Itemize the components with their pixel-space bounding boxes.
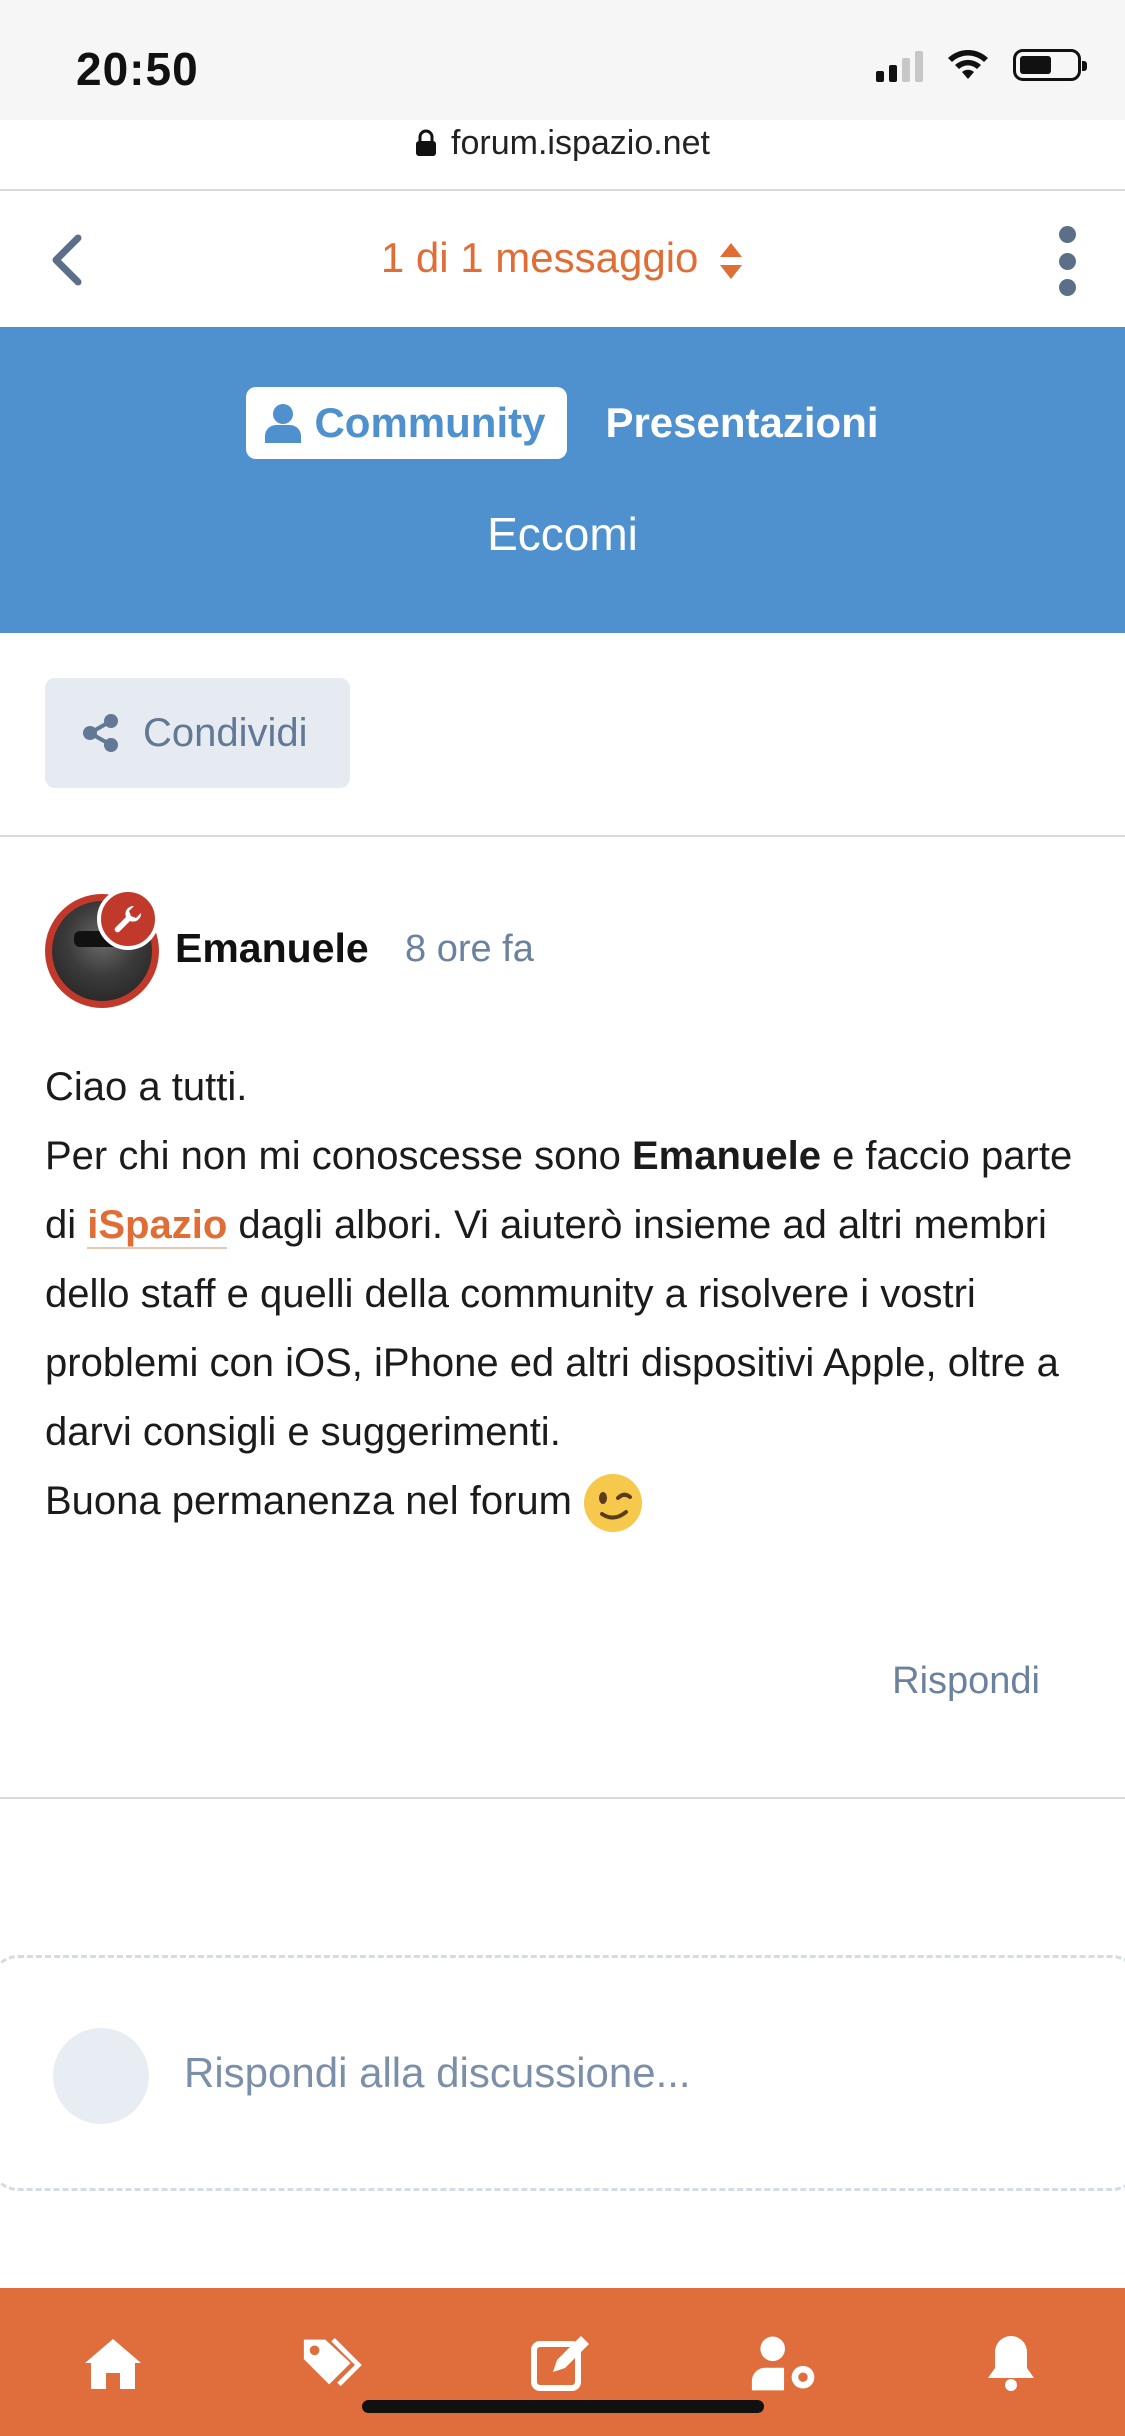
share-button[interactable]: Condividi [45, 678, 350, 788]
url-text: forum.ispazio.net [451, 123, 710, 162]
post-paragraph: Per chi non mi conoscesse sono Emanuele … [45, 1134, 1073, 1454]
status-bar: 20:50 forum.ispazio.net [0, 0, 1125, 162]
reply-link[interactable]: Rispondi [892, 1660, 1040, 1703]
sort-icon [720, 242, 743, 279]
breadcrumb-presentazioni[interactable]: Presentazioni [605, 399, 878, 447]
bold-name: Emanuele [631, 1134, 821, 1178]
reply-editor[interactable]: Rispondi alla discussione... [0, 1955, 1125, 2191]
post-body: Ciao a tutti. Per chi non mi conoscesse … [45, 1053, 1085, 1536]
home-indicator [362, 2400, 764, 2413]
page-title: Eccomi [487, 508, 638, 560]
user-icon [265, 404, 302, 443]
more-options-icon[interactable] [1055, 226, 1079, 296]
divider [0, 189, 1125, 191]
bell-icon[interactable] [976, 2328, 1046, 2398]
lock-icon [416, 129, 437, 156]
status-icons [876, 48, 1087, 82]
post-author[interactable]: Emanuele [175, 925, 369, 972]
battery-icon [1013, 49, 1087, 81]
message-pager-label: 1 di 1 messaggio [380, 234, 699, 281]
status-time: 20:50 [76, 43, 199, 95]
avatar [53, 2028, 149, 2124]
bottom-tab-bar [0, 2288, 1125, 2436]
thread-nav: 1 di 1 messaggio [0, 192, 1125, 327]
wifi-icon [948, 50, 988, 79]
thread-header: Community Presentazioni Eccomi [0, 327, 1125, 633]
reply-placeholder: Rispondi alla discussione... [184, 2049, 691, 2096]
wrench-icon [97, 888, 159, 950]
home-icon[interactable] [78, 2328, 148, 2398]
url-bar[interactable]: forum.ispazio.net [0, 118, 1125, 168]
message-pager[interactable]: 1 di 1 messaggio [0, 234, 1125, 282]
share-icon [83, 714, 118, 752]
breadcrumb-community[interactable]: Community [246, 387, 568, 459]
signal-icon [876, 48, 923, 82]
divider [0, 835, 1125, 837]
breadcrumb-community-label: Community [314, 399, 546, 446]
post-time[interactable]: 8 ore fa [405, 928, 534, 971]
user-settings-icon[interactable] [750, 2328, 820, 2398]
divider [0, 1797, 1125, 1799]
tags-icon[interactable] [300, 2328, 370, 2398]
ispazio-link[interactable]: iSpazio [87, 1203, 228, 1249]
post-line: Buona permanenza nel forum [45, 1467, 1085, 1536]
share-label: Condividi [143, 710, 308, 755]
compose-icon[interactable] [526, 2328, 596, 2398]
wink-emoji-icon [584, 1474, 642, 1533]
post-line: Ciao a tutti. [45, 1065, 248, 1109]
breadcrumb: Community Presentazioni [0, 387, 1125, 459]
